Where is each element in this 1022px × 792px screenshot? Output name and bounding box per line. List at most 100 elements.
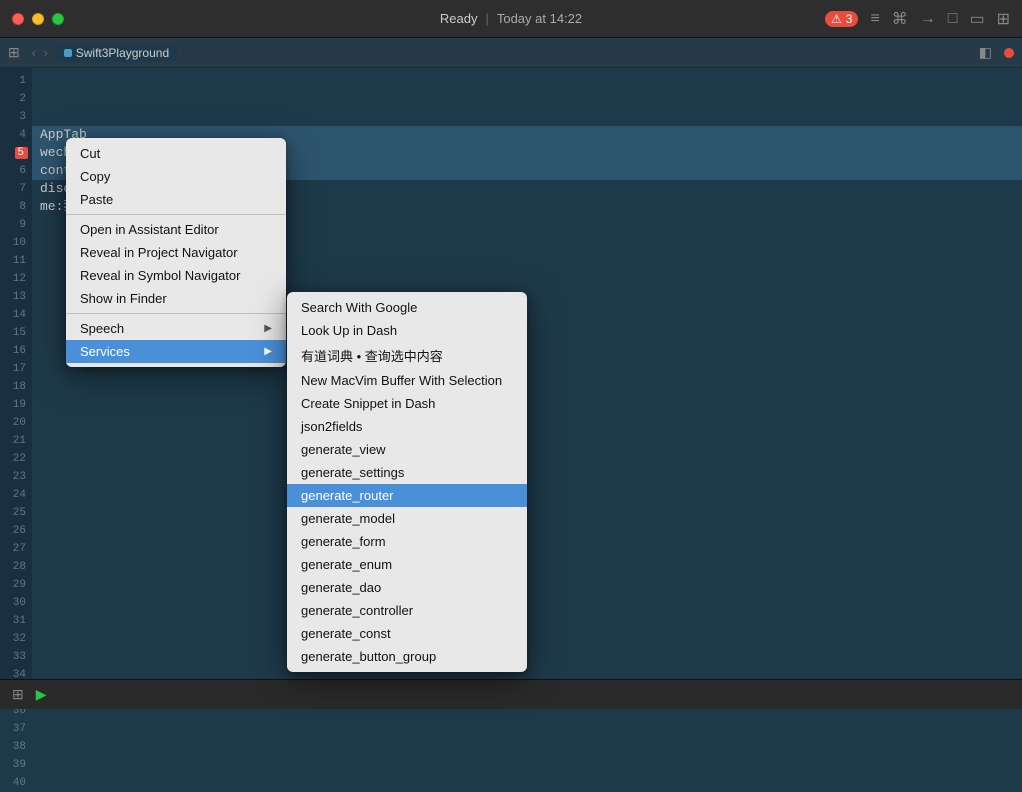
code-line-2 [32,90,1022,108]
line-num-29: 29 [0,576,26,594]
reveal-project-label: Reveal in Project Navigator [80,245,238,260]
code-line-3 [32,108,1022,126]
tab-swift3playground[interactable]: Swift3Playground [56,44,177,62]
generate-const-label: generate_const [301,626,391,641]
line-num-37: 37 [0,720,26,738]
minimize-button[interactable] [32,13,44,25]
submenu-youdao[interactable]: 有道词典 • 查询选中内容 [287,342,527,369]
generate-model-label: generate_model [301,511,395,526]
paste-label: Paste [80,192,113,207]
submenu-create-snippet[interactable]: Create Snippet in Dash [287,392,527,415]
services-submenu-arrow: ▶ [264,346,272,357]
toolbar-icon-1[interactable]: ≡ [870,10,879,28]
generate-button-group-label: generate_button_group [301,649,436,664]
submenu-generate-controller[interactable]: generate_controller [287,599,527,622]
maximize-button[interactable] [52,13,64,25]
line-num-39: 39 [0,756,26,774]
line-num-33: 33 [0,648,26,666]
toolbar-icon-3[interactable]: → [920,10,936,28]
context-menu-reveal-project[interactable]: Reveal in Project Navigator [66,241,286,264]
context-menu-paste[interactable]: Paste [66,188,286,211]
line-num-19: 19 [0,396,26,414]
search-google-label: Search With Google [301,300,417,315]
status-time: Today at 14:22 [497,11,582,26]
line-num-27: 27 [0,540,26,558]
line-num-40: 40 [0,774,26,792]
toolbar-icon-4[interactable]: □ [948,10,958,28]
macvim-label: New MacVim Buffer With Selection [301,373,502,388]
nav-forward[interactable]: › [44,46,48,60]
tab-error-dot [1004,48,1014,58]
generate-settings-label: generate_settings [301,465,404,480]
line-num-21: 21 [0,432,26,450]
create-snippet-label: Create Snippet in Dash [301,396,435,411]
line-num-20: 20 [0,414,26,432]
services-label: Services [80,344,130,359]
open-assistant-label: Open in Assistant Editor [80,222,219,237]
context-menu-reveal-symbol[interactable]: Reveal in Symbol Navigator [66,264,286,287]
submenu-generate-model[interactable]: generate_model [287,507,527,530]
line-num-13: 13 [0,288,26,306]
context-menu-speech[interactable]: Speech ▶ [66,317,286,340]
status-grid-icon[interactable]: ⊞ [12,686,24,703]
submenu-generate-dao[interactable]: generate_dao [287,576,527,599]
lookup-dash-label: Look Up in Dash [301,323,397,338]
json2fields-label: json2fields [301,419,362,434]
titlebar: Ready | Today at 14:22 ⚠ 3 ≡ ⌘ → □ ▭ ⊞ [0,0,1022,38]
tab-right-icons: ◧ [979,44,1014,61]
submenu-generate-const[interactable]: generate_const [287,622,527,645]
submenu-generate-enum[interactable]: generate_enum [287,553,527,576]
nav-back[interactable]: ‹ [32,46,36,60]
services-submenu: Search With Google Look Up in Dash 有道词典 … [287,292,527,672]
line-num-38: 38 [0,738,26,756]
line-num-24: 24 [0,486,26,504]
close-button[interactable] [12,13,24,25]
submenu-macvim[interactable]: New MacVim Buffer With Selection [287,369,527,392]
submenu-search-google[interactable]: Search With Google [287,296,527,319]
show-finder-label: Show in Finder [80,291,167,306]
submenu-generate-form[interactable]: generate_form [287,530,527,553]
speech-submenu-arrow: ▶ [264,323,272,334]
line-num-26: 26 [0,522,26,540]
toolbar-icon-2[interactable]: ⌘ [892,9,908,29]
context-menu-cut[interactable]: Cut [66,142,286,165]
speech-label: Speech [80,321,124,336]
line-num-16: 16 [0,342,26,360]
line-num-17: 17 [0,360,26,378]
titlebar-center: Ready | Today at 14:22 [440,11,582,26]
line-num-12: 12 [0,270,26,288]
submenu-generate-button-group[interactable]: generate_button_group [287,645,527,668]
generate-view-label: generate_view [301,442,386,457]
error-count: 3 [846,12,853,26]
toolbar-icon-5[interactable]: ▭ [969,9,984,29]
play-button[interactable]: ▶ [36,686,47,703]
status-separator: | [485,11,488,26]
submenu-generate-settings[interactable]: generate_settings [287,461,527,484]
cut-label: Cut [80,146,100,161]
line-num-4: 4 [0,126,26,144]
submenu-generate-view[interactable]: generate_view [287,438,527,461]
submenu-lookup-dash[interactable]: Look Up in Dash [287,319,527,342]
context-menu-open-assistant[interactable]: Open in Assistant Editor [66,218,286,241]
context-menu-services[interactable]: Services ▶ [66,340,286,363]
generate-enum-label: generate_enum [301,557,392,572]
line-num-30: 30 [0,594,26,612]
toolbar-icon-6[interactable]: ⊞ [997,9,1010,29]
split-icon[interactable]: ◧ [979,44,992,61]
context-menu-show-finder[interactable]: Show in Finder [66,287,286,310]
line-num-2: 2 [0,90,26,108]
generate-form-label: generate_form [301,534,386,549]
reveal-symbol-label: Reveal in Symbol Navigator [80,268,240,283]
line-num-5: 5 [0,144,26,162]
youdao-label: 有道词典 • 查询选中内容 [301,346,443,365]
grid-icon[interactable]: ⊞ [8,44,20,61]
line-num-10: 10 [0,234,26,252]
line-num-32: 32 [0,630,26,648]
separator-2 [66,313,286,314]
line-num-28: 28 [0,558,26,576]
submenu-json2fields[interactable]: json2fields [287,415,527,438]
submenu-generate-router[interactable]: generate_router [287,484,527,507]
tab-dot [64,49,72,57]
context-menu-copy[interactable]: Copy [66,165,286,188]
line-num-11: 11 [0,252,26,270]
